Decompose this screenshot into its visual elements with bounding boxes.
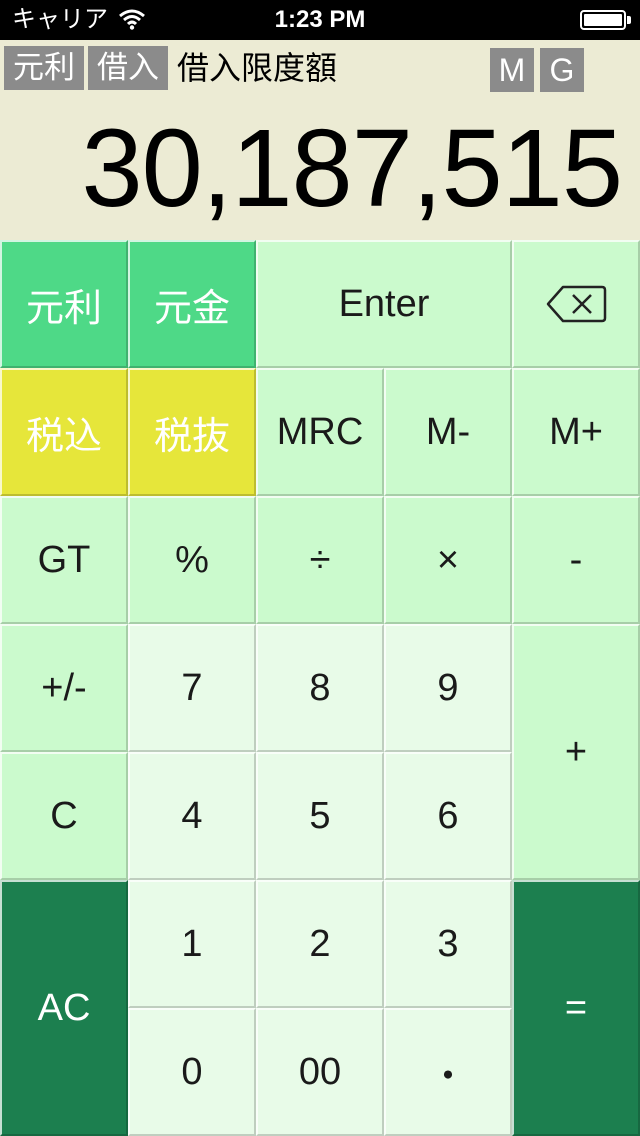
digit-3-button[interactable]: 3 xyxy=(384,880,512,1008)
mode-tag-kariire: 借入 xyxy=(88,46,168,90)
grand-total-button[interactable]: GT xyxy=(0,496,128,624)
display-value: 30,187,515 xyxy=(81,107,623,230)
multiply-button[interactable]: × xyxy=(384,496,512,624)
digit-1-button[interactable]: 1 xyxy=(128,880,256,1008)
decimal-button[interactable]: ・ xyxy=(384,1008,512,1136)
equals-button[interactable]: = xyxy=(512,880,640,1136)
grand-total-flag: G xyxy=(540,48,584,92)
minus-button[interactable]: - xyxy=(512,496,640,624)
enter-button[interactable]: Enter xyxy=(256,240,512,368)
memory-plus-button[interactable]: M+ xyxy=(512,368,640,496)
mode-tag-ganri: 元利 xyxy=(4,46,84,90)
digit-2-button[interactable]: 2 xyxy=(256,880,384,1008)
digit-9-button[interactable]: 9 xyxy=(384,624,512,752)
sign-toggle-button[interactable]: +/- xyxy=(0,624,128,752)
keypad: 元利 元金 Enter 税込 税抜 MRC M- M+ GT % ÷ × - +… xyxy=(0,240,640,1136)
gankin-button[interactable]: 元金 xyxy=(128,240,256,368)
digit-7-button[interactable]: 7 xyxy=(128,624,256,752)
calculator-display: 元利 借入 借入限度額 M G 30,187,515 xyxy=(0,40,640,240)
clear-button[interactable]: C xyxy=(0,752,128,880)
ganri-button[interactable]: 元利 xyxy=(0,240,128,368)
digit-8-button[interactable]: 8 xyxy=(256,624,384,752)
divide-button[interactable]: ÷ xyxy=(256,496,384,624)
calculator-app: キャリア 1:23 PM 元利 借入 借入限度額 M G 30,187,515 … xyxy=(0,0,640,1136)
clock: 1:23 PM xyxy=(274,6,366,33)
percent-button[interactable]: % xyxy=(128,496,256,624)
status-bar: キャリア 1:23 PM xyxy=(0,0,640,40)
double-zero-button[interactable]: 00 xyxy=(256,1008,384,1136)
digit-4-button[interactable]: 4 xyxy=(128,752,256,880)
battery-tip xyxy=(627,16,631,24)
tax-excluded-button[interactable]: 税抜 xyxy=(128,368,256,496)
mode-label: 借入限度額 xyxy=(177,50,338,86)
memory-minus-button[interactable]: M- xyxy=(384,368,512,496)
digit-0-button[interactable]: 0 xyxy=(128,1008,256,1136)
battery-icon xyxy=(580,10,626,30)
plus-button[interactable]: + xyxy=(512,624,640,880)
backspace-icon xyxy=(546,285,607,323)
all-clear-button[interactable]: AC xyxy=(0,880,128,1136)
digit-5-button[interactable]: 5 xyxy=(256,752,384,880)
digit-6-button[interactable]: 6 xyxy=(384,752,512,880)
memory-flag: M xyxy=(490,48,534,92)
backspace-button[interactable] xyxy=(512,240,640,368)
tax-included-button[interactable]: 税込 xyxy=(0,368,128,496)
mrc-button[interactable]: MRC xyxy=(256,368,384,496)
